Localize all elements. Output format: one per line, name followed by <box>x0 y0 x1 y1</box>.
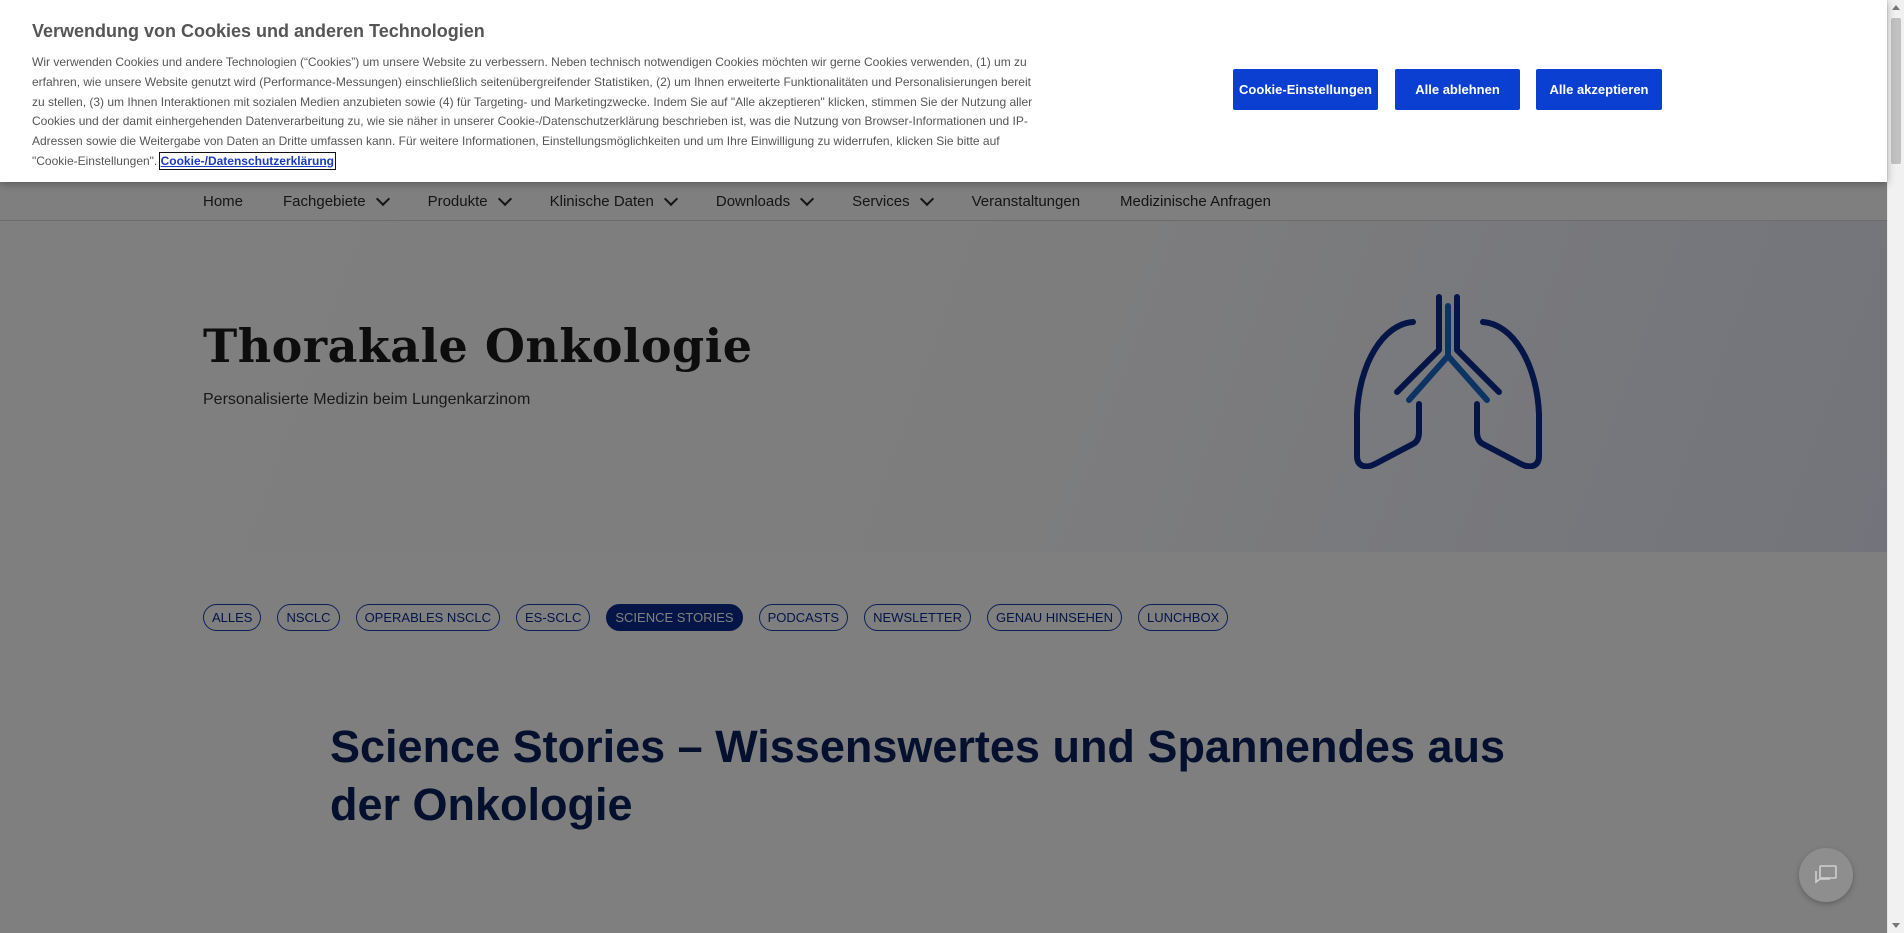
cookie-banner-text: Wir verwenden Cookies und andere Technol… <box>32 53 1042 172</box>
cookie-settings-button[interactable]: Cookie-Einstellungen <box>1233 69 1378 110</box>
privacy-policy-link[interactable]: Cookie-/Datenschutzerklärung <box>158 151 336 170</box>
reject-all-button[interactable]: Alle ablehnen <box>1395 69 1520 110</box>
accept-all-button[interactable]: Alle akzeptieren <box>1536 69 1662 110</box>
scrollbar[interactable] <box>1887 0 1904 933</box>
chat-button[interactable] <box>1799 848 1853 902</box>
cookie-description: Wir verwenden Cookies und andere Technol… <box>32 55 1033 168</box>
chat-icon <box>1815 865 1837 884</box>
scrollbar-thumb[interactable] <box>1891 18 1901 164</box>
cookie-banner: Verwendung von Cookies und anderen Techn… <box>0 0 1887 182</box>
scroll-up-arrow-icon[interactable] <box>1892 5 1900 10</box>
scroll-down-arrow-icon[interactable] <box>1892 923 1900 928</box>
cookie-banner-title: Verwendung von Cookies und anderen Techn… <box>32 21 485 41</box>
